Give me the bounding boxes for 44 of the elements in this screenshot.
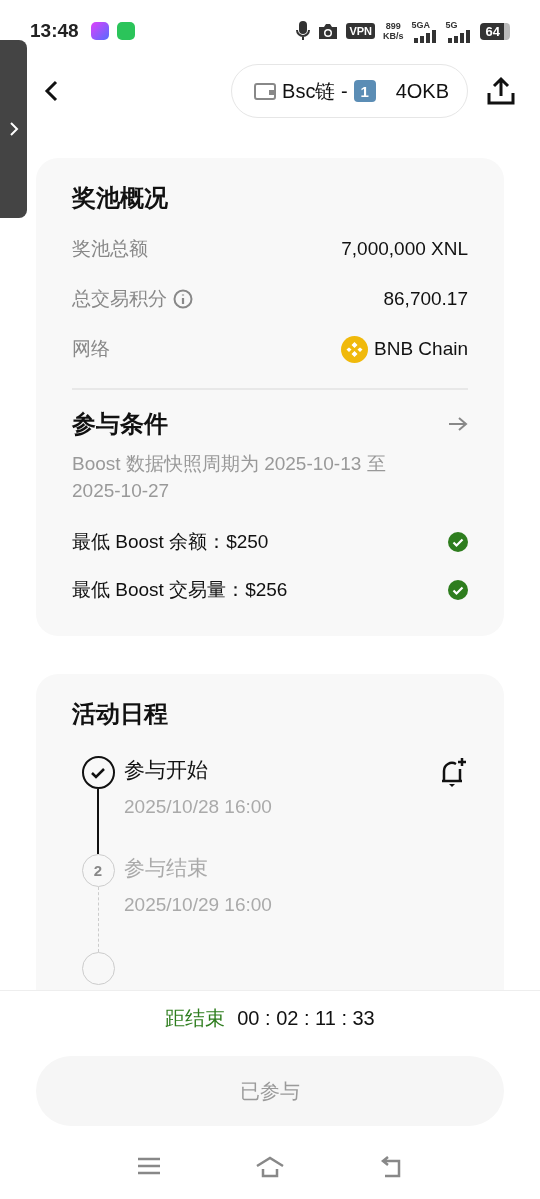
- row-label: 总交易积分: [72, 287, 167, 311]
- arrow-right-icon[interactable]: [448, 416, 468, 432]
- row-value: 86,700.17: [383, 288, 468, 310]
- menu-icon[interactable]: [137, 1156, 161, 1176]
- step-title: 参与开始: [124, 757, 209, 783]
- coin-icon: [341, 335, 368, 363]
- section-title: 活动日程: [72, 699, 169, 729]
- share-icon[interactable]: [486, 76, 516, 106]
- back-icon[interactable]: [44, 80, 58, 102]
- countdown-label: 距结束: [165, 1006, 226, 1031]
- account-name: 4OKB: [395, 79, 449, 103]
- signal-icon: [445, 29, 472, 43]
- microphone-icon: [296, 21, 311, 41]
- chain-label: Bsc链 -: [282, 78, 348, 104]
- row-value: BNB Chain: [374, 338, 468, 360]
- signal-icon: [411, 29, 438, 43]
- section-title: 奖池概况: [72, 183, 169, 213]
- battery-icon: 64: [479, 22, 510, 40]
- row-label: 奖池总额: [72, 237, 148, 261]
- status-time: 13:48: [30, 20, 79, 42]
- chevron-right-icon: [8, 122, 19, 136]
- condition-text: 最低 Boost 交易量：$256: [72, 578, 288, 602]
- app-icon: [90, 22, 109, 40]
- home-icon[interactable]: [255, 1156, 285, 1178]
- condition-description: Boost 数据快照周期为 2025-10-13 至 2025-10-27: [72, 452, 387, 503]
- vpn-badge: VPN: [346, 23, 375, 39]
- wallet-icon: [254, 81, 277, 101]
- speed-unit: KB/s: [383, 31, 404, 41]
- chat-app-icon: [116, 22, 135, 40]
- network-label: 5G: [445, 19, 458, 30]
- step-date: 2025/10/29 16:00: [124, 894, 273, 916]
- camera-icon: [318, 22, 339, 40]
- step-title: 参与结束: [124, 855, 209, 881]
- speed-value: 899: [385, 21, 401, 31]
- network-label: 5GA: [411, 19, 431, 30]
- row-value: 7,000,000 XNL: [341, 238, 468, 260]
- countdown-timer: 00 : 02 : 11 : 33: [237, 1007, 375, 1030]
- step-date: 2025/10/28 16:00: [124, 796, 273, 818]
- info-icon[interactable]: [173, 289, 193, 309]
- section-title: 参与条件: [72, 409, 168, 439]
- back-nav-icon[interactable]: [379, 1156, 403, 1178]
- row-label: 网络: [72, 337, 110, 361]
- condition-text: 最低 Boost 余额：$250: [72, 530, 269, 554]
- keycap-emoji: 1: [353, 80, 376, 102]
